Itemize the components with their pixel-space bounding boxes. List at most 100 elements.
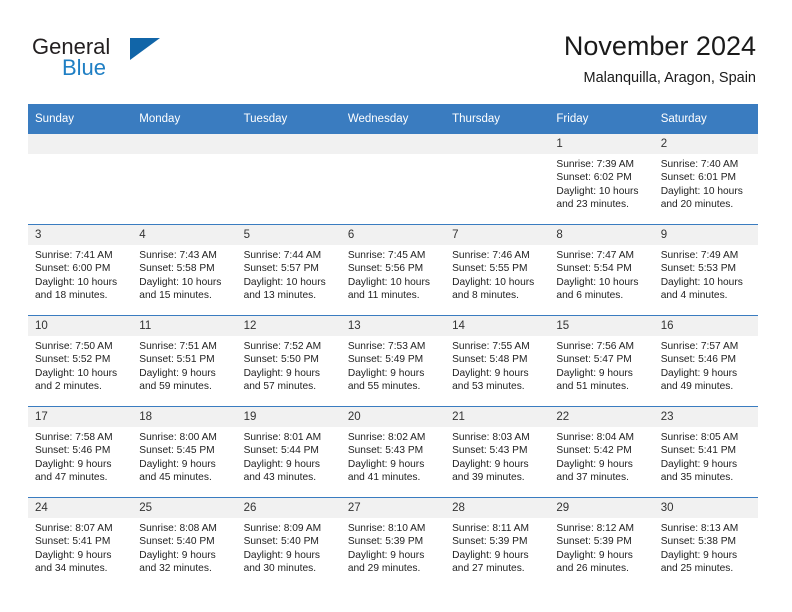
day-number xyxy=(340,134,446,154)
daylight-text-line1: Daylight: 10 hours xyxy=(139,276,222,288)
general-blue-logo[interactable]: General Blue xyxy=(32,34,262,86)
calendar-week-row: 17 Sunrise: 7:58 AM Sunset: 5:46 PM Dayligh… xyxy=(28,406,758,498)
calendar-week-row: 24 Sunrise: 8:07 AM Sunset: 5:41 PM Dayligh… xyxy=(28,497,758,588)
day-details: Sunrise: 8:00 AM Sunset: 5:45 PM Daylight:… xyxy=(132,427,236,485)
day-details: Sunrise: 8:09 AM Sunset: 5:40 PM Daylight:… xyxy=(237,518,341,576)
calendar-day-cell[interactable]: 17 Sunrise: 7:58 AM Sunset: 5:46 PM Dayligh… xyxy=(28,406,133,498)
day-number: 18 xyxy=(132,407,237,427)
day-number: 19 xyxy=(236,407,341,427)
sunset-text: Sunset: 5:52 PM xyxy=(35,354,111,366)
sunrise-text: Sunrise: 7:46 AM xyxy=(452,250,530,261)
calendar-day-cell[interactable]: 24 Sunrise: 8:07 AM Sunset: 5:41 PM Dayligh… xyxy=(28,497,133,588)
daylight-text-line2: and 25 minutes. xyxy=(660,563,734,575)
daylight-text-line2: and 39 minutes. xyxy=(452,472,525,484)
day-number: 4 xyxy=(132,225,237,245)
calendar-day-cell[interactable]: 28 Sunrise: 8:11 AM Sunset: 5:39 PM Dayligh… xyxy=(445,497,550,588)
day-details: Sunrise: 7:40 AM Sunset: 6:01 PM Daylight:… xyxy=(654,154,758,212)
calendar-day-cell[interactable]: 29 Sunrise: 8:12 AM Sunset: 5:39 PM Dayligh… xyxy=(549,497,654,588)
sunrise-text: Sunrise: 7:58 AM xyxy=(35,432,113,443)
day-number xyxy=(28,134,133,154)
calendar-day-cell[interactable]: 26 Sunrise: 8:09 AM Sunset: 5:40 PM Dayligh… xyxy=(236,497,341,588)
sunset-text: Sunset: 5:41 PM xyxy=(660,445,737,457)
calendar-day-cell[interactable]: 6 Sunrise: 7:45 AM Sunset: 5:56 PM Daylight… xyxy=(340,224,446,316)
daylight-text-line2: and 45 minutes. xyxy=(139,472,212,484)
sunset-text: Sunset: 5:43 PM xyxy=(452,445,528,457)
calendar-day-cell[interactable]: 20 Sunrise: 8:02 AM Sunset: 5:43 PM Dayligh… xyxy=(340,406,446,498)
day-number: 14 xyxy=(445,316,550,336)
sunset-text: Sunset: 5:57 PM xyxy=(243,263,319,275)
day-details: Sunrise: 7:47 AM Sunset: 5:54 PM Daylight:… xyxy=(549,245,653,303)
day-number: 17 xyxy=(28,407,133,427)
day-number: 5 xyxy=(236,225,341,245)
calendar-day-cell[interactable]: 8 Sunrise: 7:47 AM Sunset: 5:54 PM Daylight… xyxy=(549,224,654,316)
calendar-day-cell[interactable]: 1 Sunrise: 7:39 AM Sunset: 6:02 PM Daylight… xyxy=(549,133,654,225)
day-number: 23 xyxy=(653,407,758,427)
day-details: Sunrise: 7:50 AM Sunset: 5:52 PM Daylight:… xyxy=(28,336,132,394)
day-details: Sunrise: 7:41 AM Sunset: 6:00 PM Daylight:… xyxy=(28,245,132,303)
daylight-text-line1: Daylight: 9 hours xyxy=(452,458,529,470)
day-number: 28 xyxy=(445,498,550,518)
calendar-day-cell[interactable]: 23 Sunrise: 8:05 AM Sunset: 5:41 PM Dayligh… xyxy=(653,406,758,498)
calendar-day-cell[interactable]: 2 Sunrise: 7:40 AM Sunset: 6:01 PM Daylight… xyxy=(653,133,758,225)
calendar-day-cell[interactable]: 16 Sunrise: 7:57 AM Sunset: 5:46 PM Dayligh… xyxy=(653,315,758,407)
day-number xyxy=(445,134,550,154)
daylight-text-line2: and 35 minutes. xyxy=(660,472,734,484)
daylight-text-line2: and 49 minutes. xyxy=(660,381,734,393)
day-number: 24 xyxy=(28,498,133,518)
calendar-cell-empty xyxy=(340,133,446,225)
calendar-day-cell[interactable]: 9 Sunrise: 7:49 AM Sunset: 5:53 PM Daylight… xyxy=(653,224,758,316)
daylight-text-line2: and 37 minutes. xyxy=(556,472,629,484)
calendar-day-cell[interactable]: 3 Sunrise: 7:41 AM Sunset: 6:00 PM Daylight… xyxy=(28,224,133,316)
daylight-text-line2: and 30 minutes. xyxy=(243,563,317,575)
calendar-day-cell[interactable]: 19 Sunrise: 8:01 AM Sunset: 5:44 PM Dayligh… xyxy=(236,406,341,498)
sunrise-text: Sunrise: 8:08 AM xyxy=(139,523,217,534)
daylight-text-line2: and 47 minutes. xyxy=(35,472,108,484)
daylight-text-line1: Daylight: 9 hours xyxy=(660,367,738,379)
sunrise-text: Sunrise: 7:57 AM xyxy=(660,341,739,352)
day-details: Sunrise: 7:46 AM Sunset: 5:55 PM Daylight:… xyxy=(445,245,549,303)
sunrise-text: Sunrise: 8:12 AM xyxy=(556,523,634,534)
calendar-day-cell[interactable]: 27 Sunrise: 8:10 AM Sunset: 5:39 PM Dayligh… xyxy=(340,497,446,588)
calendar-day-cell[interactable]: 25 Sunrise: 8:08 AM Sunset: 5:40 PM Dayligh… xyxy=(132,497,237,588)
calendar-day-cell[interactable]: 10 Sunrise: 7:50 AM Sunset: 5:52 PM Dayligh… xyxy=(28,315,133,407)
daylight-text-line1: Daylight: 9 hours xyxy=(139,367,216,379)
title-block: November 2024 Malanquilla, Aragon, Spain xyxy=(564,30,756,88)
calendar-day-cell[interactable]: 22 Sunrise: 8:04 AM Sunset: 5:42 PM Dayligh… xyxy=(549,406,654,498)
day-number: 7 xyxy=(445,225,550,245)
calendar-day-cell[interactable]: 12 Sunrise: 7:52 AM Sunset: 5:50 PM Dayligh… xyxy=(236,315,341,407)
sunset-text: Sunset: 5:53 PM xyxy=(660,263,737,275)
day-number: 1 xyxy=(549,134,654,154)
daylight-text-line1: Daylight: 10 hours xyxy=(660,276,743,288)
calendar-day-cell[interactable]: 15 Sunrise: 7:56 AM Sunset: 5:47 PM Dayligh… xyxy=(549,315,654,407)
calendar-day-cell[interactable]: 11 Sunrise: 7:51 AM Sunset: 5:51 PM Dayligh… xyxy=(132,315,237,407)
sunrise-text: Sunrise: 7:40 AM xyxy=(660,159,739,170)
daylight-text-line2: and 15 minutes. xyxy=(139,290,212,302)
day-details: Sunrise: 8:13 AM Sunset: 5:38 PM Daylight:… xyxy=(654,518,758,576)
daylight-text-line2: and 8 minutes. xyxy=(452,290,519,302)
daylight-text-line2: and 2 minutes. xyxy=(35,381,102,393)
daylight-text-line1: Daylight: 10 hours xyxy=(556,276,639,288)
calendar-day-cell[interactable]: 21 Sunrise: 8:03 AM Sunset: 5:43 PM Dayligh… xyxy=(445,406,550,498)
daylight-text-line1: Daylight: 9 hours xyxy=(452,367,529,379)
daylight-text-line1: Daylight: 9 hours xyxy=(556,367,633,379)
day-details: Sunrise: 7:55 AM Sunset: 5:48 PM Daylight:… xyxy=(445,336,549,394)
day-number: 22 xyxy=(549,407,654,427)
calendar-day-cell[interactable]: 13 Sunrise: 7:53 AM Sunset: 5:49 PM Dayligh… xyxy=(340,315,446,407)
sunrise-text: Sunrise: 8:03 AM xyxy=(452,432,530,443)
daylight-text-line1: Daylight: 10 hours xyxy=(35,276,118,288)
sunset-text: Sunset: 5:51 PM xyxy=(139,354,215,366)
calendar-day-cell[interactable]: 7 Sunrise: 7:46 AM Sunset: 5:55 PM Daylight… xyxy=(445,224,550,316)
sunset-text: Sunset: 5:40 PM xyxy=(139,536,215,548)
daylight-text-line2: and 23 minutes. xyxy=(556,199,629,211)
day-details: Sunrise: 7:51 AM Sunset: 5:51 PM Daylight:… xyxy=(132,336,236,394)
day-details: Sunrise: 7:44 AM Sunset: 5:57 PM Daylight:… xyxy=(237,245,341,303)
calendar-day-cell[interactable]: 18 Sunrise: 8:00 AM Sunset: 5:45 PM Dayligh… xyxy=(132,406,237,498)
daylight-text-line1: Daylight: 10 hours xyxy=(660,185,743,197)
day-details: Sunrise: 8:04 AM Sunset: 5:42 PM Daylight:… xyxy=(549,427,653,485)
day-number: 6 xyxy=(340,225,446,245)
calendar-day-cell[interactable]: 4 Sunrise: 7:43 AM Sunset: 5:58 PM Daylight… xyxy=(132,224,237,316)
calendar-day-cell[interactable]: 5 Sunrise: 7:44 AM Sunset: 5:57 PM Daylight… xyxy=(236,224,341,316)
calendar-day-cell[interactable]: 30 Sunrise: 8:13 AM Sunset: 5:38 PM Dayligh… xyxy=(653,497,758,588)
calendar-day-cell[interactable]: 14 Sunrise: 7:55 AM Sunset: 5:48 PM Dayligh… xyxy=(445,315,550,407)
sunset-text: Sunset: 5:48 PM xyxy=(452,354,528,366)
